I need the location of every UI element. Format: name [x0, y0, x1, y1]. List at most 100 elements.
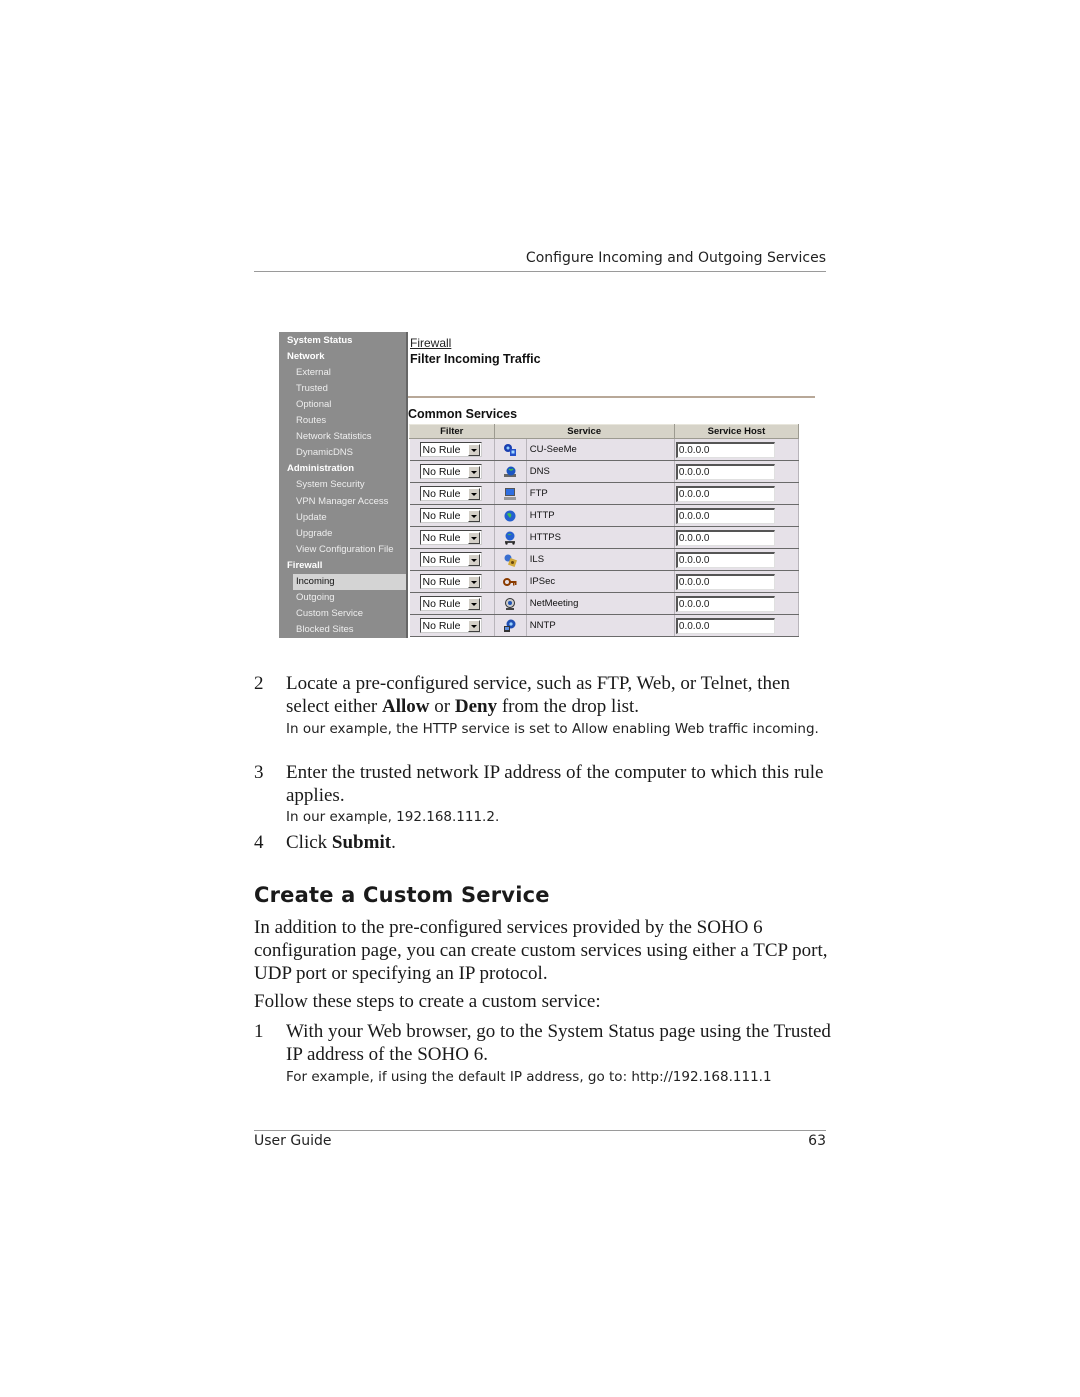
step-text: Click Submit. [286, 831, 831, 854]
step-number: 3 [254, 762, 264, 783]
section-title: Common Services [408, 407, 518, 421]
service-row-https: No Rule HTTPS 0.0.0.0 [409, 526, 800, 549]
sidebar-item-system-status[interactable]: System Status [287, 333, 352, 349]
filter-select-value: No Rule [422, 443, 461, 456]
section-intro: In addition to the pre-configured servic… [254, 917, 828, 984]
step-text-part: Click [286, 832, 332, 853]
sidebar-item-incoming[interactable]: Incoming [293, 573, 406, 590]
sidebar-item-system-security[interactable]: System Security [296, 477, 365, 493]
dropdown-arrow-icon[interactable] [467, 465, 480, 478]
filter-select[interactable]: No Rule [419, 552, 482, 567]
step-text: Locate a pre-configured service, such as… [286, 672, 831, 718]
sidebar-item-dynamicdns[interactable]: DynamicDNS [296, 445, 353, 461]
service-host-cell: 0.0.0.0 [674, 526, 800, 549]
dropdown-arrow-icon[interactable] [467, 597, 480, 610]
service-host-input[interactable]: 0.0.0.0 [675, 573, 775, 590]
filter-select-value: No Rule [422, 531, 461, 544]
service-host-input[interactable]: 0.0.0.0 [675, 595, 775, 612]
common-services-table: Filter Service Service Host No Rule CU-Se… [409, 424, 800, 637]
step-text-part: from the drop list. [497, 696, 640, 717]
filter-cell: No Rule [409, 592, 495, 615]
service-name: HTTPS [526, 526, 675, 549]
dns-icon [503, 465, 517, 479]
service-host-input[interactable]: 0.0.0.0 [675, 507, 775, 524]
step-2-note: In our example, the HTTP service is set … [286, 721, 819, 737]
dropdown-arrow-icon[interactable] [467, 619, 480, 632]
sidebar-item-outgoing[interactable]: Outgoing [296, 590, 335, 606]
filter-select[interactable]: No Rule [419, 486, 482, 501]
filter-select-value: No Rule [422, 553, 461, 566]
filter-select[interactable]: No Rule [419, 508, 482, 523]
filter-cell: No Rule [409, 460, 495, 483]
dropdown-arrow-icon[interactable] [467, 443, 480, 456]
filter-cell: No Rule [409, 482, 495, 505]
filter-select[interactable]: No Rule [419, 530, 482, 545]
service-icon-cell [494, 548, 527, 571]
service-row-ils: No Rule ILS 0.0.0.0 [409, 548, 800, 571]
dropdown-arrow-icon[interactable] [467, 531, 480, 544]
sidebar-item-trusted[interactable]: Trusted [296, 381, 328, 397]
sidebar-item-update[interactable]: Update [296, 510, 327, 526]
dropdown-arrow-icon[interactable] [467, 487, 480, 500]
filter-select[interactable]: No Rule [419, 442, 482, 457]
cu-seeme-icon [503, 443, 517, 457]
section-heading: Create a Custom Service [254, 883, 550, 907]
http-globe-icon [503, 509, 517, 523]
filter-select-value: No Rule [422, 509, 461, 522]
service-name: ILS [526, 548, 675, 571]
filter-select[interactable]: No Rule [419, 574, 482, 589]
sidebar-item-view-configuration-file[interactable]: View Configuration File [296, 542, 394, 558]
service-name: FTP [526, 482, 675, 505]
sidebar-nav: System Status Network External Trusted Optio… [279, 332, 406, 638]
firewall-screenshot-figure: System Status Network External Trusted Optio… [279, 332, 819, 638]
filter-select-value: No Rule [422, 465, 461, 478]
step-number: 1 [254, 1021, 264, 1042]
sidebar-item-optional[interactable]: Optional [296, 397, 331, 413]
page-number: 63 [808, 1133, 826, 1149]
service-host-input[interactable]: 0.0.0.0 [675, 441, 775, 458]
filter-cell: No Rule [409, 570, 495, 593]
page-title: Filter Incoming Traffic [410, 352, 541, 366]
content-pane: Firewall Filter Incoming Traffic Common … [406, 332, 821, 638]
sidebar-item-firewall[interactable]: Firewall [287, 558, 322, 574]
service-host-input[interactable]: 0.0.0.0 [675, 463, 775, 480]
filter-select[interactable]: No Rule [419, 596, 482, 611]
sidebar-item-routes[interactable]: Routes [296, 413, 326, 429]
service-host-input[interactable]: 0.0.0.0 [675, 529, 775, 546]
dropdown-arrow-icon[interactable] [467, 553, 480, 566]
sidebar-item-blocked-sites[interactable]: Blocked Sites [296, 622, 354, 638]
sidebar-item-upgrade[interactable]: Upgrade [296, 526, 332, 542]
header-service: Service [493, 424, 675, 439]
dropdown-arrow-icon[interactable] [467, 575, 480, 588]
step-text-part: or [429, 696, 455, 717]
running-title: Configure Incoming and Outgoing Services [525, 250, 826, 266]
service-name: HTTP [526, 504, 675, 527]
service-host-input[interactable]: 0.0.0.0 [675, 485, 775, 502]
service-host-input[interactable]: 0.0.0.0 [675, 617, 775, 634]
service-host-cell: 0.0.0.0 [674, 570, 800, 593]
service-name: NetMeeting [526, 592, 675, 615]
filter-select-value: No Rule [422, 575, 461, 588]
service-host-cell: 0.0.0.0 [674, 504, 800, 527]
dropdown-arrow-icon[interactable] [467, 509, 480, 522]
filter-select-value: No Rule [422, 619, 461, 632]
sidebar-item-vpn-manager-access[interactable]: VPN Manager Access [296, 494, 388, 510]
service-host-input[interactable]: 0.0.0.0 [675, 551, 775, 568]
header-rule [254, 271, 826, 272]
breadcrumb-firewall-link[interactable]: Firewall [410, 336, 451, 350]
filter-select[interactable]: No Rule [419, 464, 482, 479]
https-globe-icon [503, 531, 517, 545]
footer-title: User Guide [254, 1133, 332, 1149]
sidebar-item-administration[interactable]: Administration [287, 461, 354, 477]
nntp-icon [503, 619, 517, 633]
service-row-cu-seeme: No Rule CU-SeeMe 0.0.0.0 [409, 438, 800, 461]
sidebar-item-external[interactable]: External [296, 365, 331, 381]
service-row-ipsec: No Rule IPSec 0.0.0.0 [409, 570, 800, 593]
ftp-computer-icon [503, 487, 517, 501]
sidebar-item-custom-service[interactable]: Custom Service [296, 606, 363, 622]
sidebar-item-network[interactable]: Network [287, 349, 324, 365]
service-row-ftp: No Rule FTP 0.0.0.0 [409, 482, 800, 505]
service-icon-cell [494, 614, 527, 637]
sidebar-item-network-statistics[interactable]: Network Statistics [296, 429, 372, 445]
filter-select[interactable]: No Rule [419, 618, 482, 633]
